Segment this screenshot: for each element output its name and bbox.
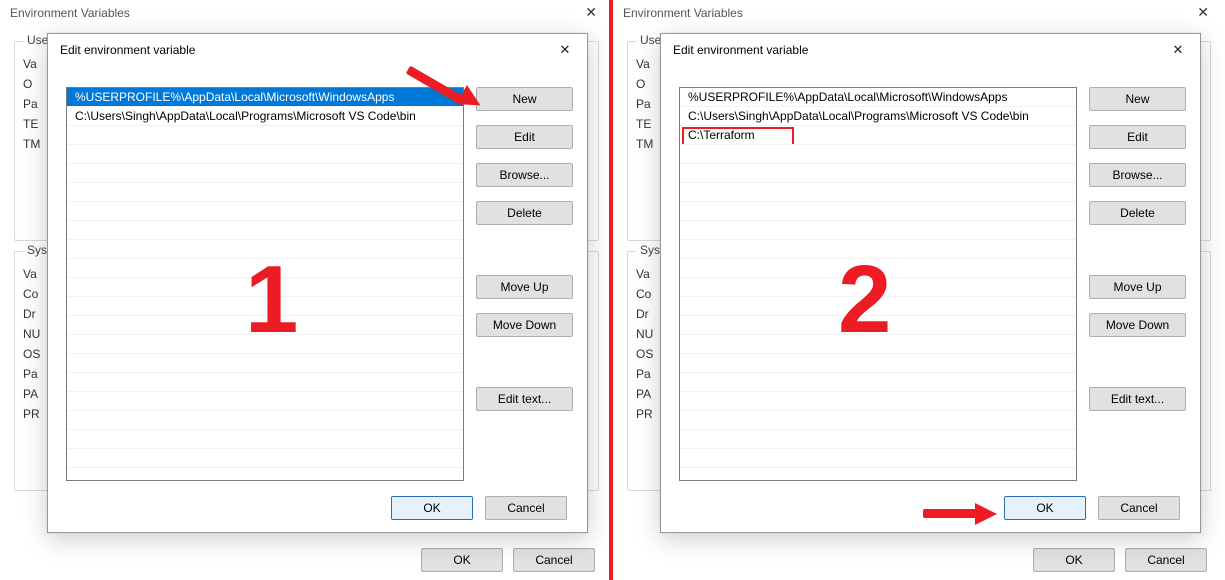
ok-button[interactable]: OK — [391, 496, 473, 520]
move-up-button[interactable]: Move Up — [476, 275, 573, 299]
list-item[interactable] — [680, 145, 1076, 164]
browse-button[interactable]: Browse... — [1089, 163, 1186, 187]
edit-var-dialog-right: Edit environment variable ✕ %USERPROFILE… — [660, 33, 1201, 533]
list-item[interactable] — [67, 126, 463, 145]
step-number-2: 2 — [838, 245, 891, 355]
list-item[interactable] — [67, 430, 463, 449]
list-item[interactable] — [680, 354, 1076, 373]
cancel-button[interactable]: Cancel — [485, 496, 567, 520]
list-item[interactable]: %USERPROFILE%\AppData\Local\Microsoft\Wi… — [67, 88, 463, 107]
browse-button[interactable]: Browse... — [476, 163, 573, 187]
bg-cancel-button[interactable]: Cancel — [513, 548, 595, 572]
edit-button[interactable]: Edit — [1089, 125, 1186, 149]
list-item[interactable] — [680, 164, 1076, 183]
close-icon[interactable]: ✕ — [551, 40, 579, 60]
list-item[interactable] — [67, 221, 463, 240]
dialog-sidebar: New Edit Browse... Delete Move Up Move D… — [1089, 87, 1186, 411]
list-item[interactable]: %USERPROFILE%\AppData\Local\Microsoft\Wi… — [680, 88, 1076, 107]
edit-button[interactable]: Edit — [476, 125, 573, 149]
list-item[interactable] — [67, 449, 463, 468]
delete-button[interactable]: Delete — [1089, 201, 1186, 225]
list-item[interactable]: C:\Users\Singh\AppData\Local\Programs\Mi… — [67, 107, 463, 126]
close-icon[interactable]: ✕ — [1191, 4, 1215, 21]
list-item[interactable] — [680, 202, 1076, 221]
close-icon[interactable]: ✕ — [579, 4, 603, 21]
arrow-to-ok — [923, 503, 1013, 527]
edit-var-dialog-left: Edit environment variable ✕ %USERPROFILE… — [47, 33, 588, 533]
move-down-button[interactable]: Move Down — [476, 313, 573, 337]
dialog-title: Edit environment variable — [673, 43, 808, 57]
close-icon[interactable]: ✕ — [1164, 40, 1192, 60]
list-item[interactable] — [67, 202, 463, 221]
list-item[interactable] — [67, 392, 463, 411]
pane-left: Environment Variables ✕ User VaOPaTETM ▴… — [0, 0, 613, 580]
list-item[interactable] — [680, 411, 1076, 430]
new-button[interactable]: New — [1089, 87, 1186, 111]
bg-title: Environment Variables — [623, 6, 743, 20]
bg-cancel-button[interactable]: Cancel — [1125, 548, 1207, 572]
list-item[interactable] — [67, 354, 463, 373]
list-item[interactable]: C:\Terraform — [680, 126, 1076, 145]
list-item[interactable] — [680, 221, 1076, 240]
list-item[interactable] — [67, 373, 463, 392]
move-up-button[interactable]: Move Up — [1089, 275, 1186, 299]
list-item[interactable] — [680, 430, 1076, 449]
cancel-button[interactable]: Cancel — [1098, 496, 1180, 520]
bg-ok-button[interactable]: OK — [1033, 548, 1115, 572]
dialog-sidebar: New Edit Browse... Delete Move Up Move D… — [476, 87, 573, 411]
list-item[interactable] — [680, 373, 1076, 392]
arrow-to-new — [408, 63, 498, 113]
edit-text-button[interactable]: Edit text... — [1089, 387, 1186, 411]
list-item[interactable] — [67, 145, 463, 164]
list-item[interactable] — [680, 392, 1076, 411]
canvas: { "bg": { "title": "Environment Variable… — [0, 0, 1225, 580]
edit-text-button[interactable]: Edit text... — [476, 387, 573, 411]
list-item[interactable] — [67, 411, 463, 430]
pane-right: Environment Variables ✕ User VaOPaTETM ▴… — [613, 0, 1225, 580]
move-down-button[interactable]: Move Down — [1089, 313, 1186, 337]
delete-button[interactable]: Delete — [476, 201, 573, 225]
ok-button[interactable]: OK — [1004, 496, 1086, 520]
dialog-title: Edit environment variable — [60, 43, 195, 57]
list-item[interactable] — [67, 183, 463, 202]
list-item[interactable] — [680, 449, 1076, 468]
list-item[interactable]: C:\Users\Singh\AppData\Local\Programs\Mi… — [680, 107, 1076, 126]
step-number-1: 1 — [245, 245, 298, 355]
bg-title: Environment Variables — [10, 6, 130, 20]
list-item[interactable] — [680, 183, 1076, 202]
bg-ok-button[interactable]: OK — [421, 548, 503, 572]
list-item[interactable] — [67, 164, 463, 183]
